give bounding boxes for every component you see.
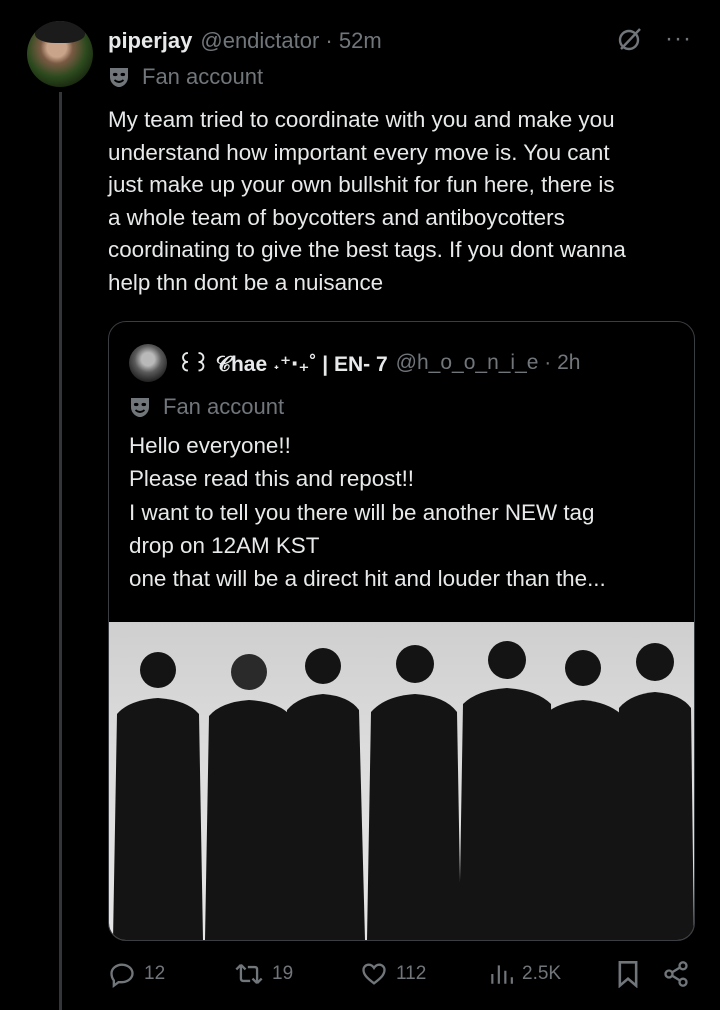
bookmark-button[interactable] bbox=[616, 960, 640, 988]
quote-account-label: Fan account bbox=[129, 394, 284, 420]
mask-icon bbox=[108, 66, 130, 88]
quote-account-label-text: Fan account bbox=[163, 394, 285, 419]
like-button[interactable]: 112 bbox=[360, 960, 426, 988]
post-text-line: a whole team of boycotters and antiboyco… bbox=[108, 204, 565, 230]
post-text-line: help thn dont be a nuisance bbox=[108, 269, 384, 295]
quote-text-line: Please read this and repost!! bbox=[129, 466, 415, 492]
display-name[interactable]: piperjay bbox=[108, 28, 192, 54]
quote-text-line: one that will be a direct hit and louder… bbox=[129, 566, 606, 592]
header-icons: ··· bbox=[617, 26, 692, 52]
quote-header: ꒰꒱ 𝒞hae ˖⁺‧₊˚ | EN- 7 @h_o_o_n_i_e · 2h bbox=[129, 344, 580, 382]
quote-handle-time: @h_o_o_n_i_e · 2h bbox=[395, 351, 581, 374]
avatar[interactable] bbox=[27, 21, 93, 87]
quote-text-line: I want to tell you there will be another… bbox=[129, 499, 595, 525]
account-label: Fan account bbox=[108, 64, 263, 90]
quote-text: Hello everyone!! Please read this and re… bbox=[129, 429, 679, 595]
reply-icon bbox=[108, 960, 136, 988]
quoted-post[interactable]: ꒰꒱ 𝒞hae ˖⁺‧₊˚ | EN- 7 @h_o_o_n_i_e · 2h … bbox=[108, 321, 695, 941]
bookmark-icon bbox=[616, 960, 640, 988]
share-button[interactable] bbox=[662, 960, 690, 988]
post-text-line: understand how important every move is. … bbox=[108, 139, 610, 165]
handle-time[interactable]: @endictator · 52m bbox=[200, 28, 381, 54]
mask-icon bbox=[129, 396, 151, 418]
account-label-text: Fan account bbox=[142, 64, 264, 89]
post-text-line: My team tried to coordinate with you and… bbox=[108, 107, 615, 132]
quote-avatar[interactable] bbox=[129, 344, 167, 382]
quote-media-image[interactable] bbox=[109, 622, 694, 940]
like-count: 112 bbox=[396, 963, 427, 984]
post-header: piperjay @endictator · 52m ··· bbox=[108, 26, 700, 56]
repost-button[interactable]: 19 bbox=[234, 960, 293, 988]
quote-text-line: Hello everyone!! bbox=[129, 433, 291, 458]
reply-button[interactable]: 12 bbox=[108, 960, 165, 988]
repost-icon bbox=[234, 960, 264, 988]
views-icon bbox=[488, 960, 514, 988]
post-text-line: coordinating to give the best tags. If y… bbox=[108, 237, 626, 262]
share-icon bbox=[662, 960, 690, 988]
grok-icon[interactable] bbox=[617, 26, 643, 52]
more-icon[interactable]: ··· bbox=[665, 27, 692, 51]
post-text-line: just make up your own bullshit for fun h… bbox=[108, 172, 615, 197]
views-button[interactable]: 2.5K bbox=[488, 960, 561, 988]
quote-display-name: ꒰꒱ 𝒞hae ˖⁺‧₊˚ | EN- 7 bbox=[177, 353, 388, 376]
like-icon bbox=[360, 960, 388, 988]
thread-line bbox=[59, 92, 62, 1010]
quote-text-line: drop on 12AM KST bbox=[129, 532, 320, 558]
post-text: My team tried to coordinate with you and… bbox=[108, 104, 708, 299]
reply-count: 12 bbox=[144, 963, 166, 984]
group-photo-figures bbox=[113, 641, 694, 940]
views-count: 2.5K bbox=[522, 963, 562, 984]
action-bar: 12 19 112 2.5K bbox=[108, 960, 693, 992]
repost-count: 19 bbox=[272, 963, 294, 984]
